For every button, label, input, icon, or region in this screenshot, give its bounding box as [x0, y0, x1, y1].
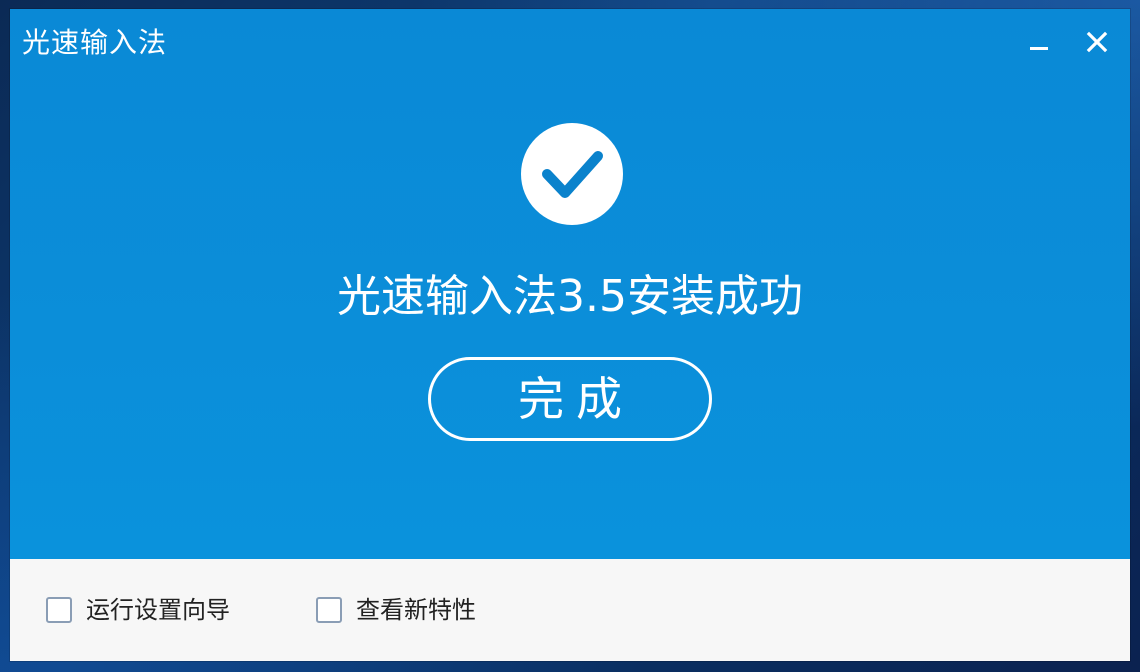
- title-bar-controls: [1024, 27, 1112, 57]
- run-setup-wizard-option[interactable]: 运行设置向导: [46, 596, 230, 624]
- minimize-button[interactable]: [1024, 27, 1054, 57]
- installer-window: 光速输入法 光速输入法3.5安装成功 完成 运行设置向导 查看新特性: [10, 9, 1130, 661]
- close-button[interactable]: [1082, 27, 1112, 57]
- view-new-features-label: 查看新特性: [356, 596, 476, 624]
- main-area: 光速输入法 光速输入法3.5安装成功 完成: [10, 9, 1130, 559]
- minimize-icon: [1030, 47, 1048, 50]
- run-setup-wizard-checkbox[interactable]: [46, 597, 72, 623]
- success-message: 光速输入法3.5安装成功: [337, 271, 803, 322]
- footer-options: 运行设置向导 查看新特性: [10, 559, 1130, 661]
- close-icon: [1086, 31, 1108, 53]
- window-title: 光速输入法: [22, 26, 168, 59]
- run-setup-wizard-label: 运行设置向导: [86, 596, 230, 624]
- finish-button[interactable]: 完成: [428, 357, 712, 441]
- check-circle-icon: [521, 123, 623, 225]
- view-new-features-option[interactable]: 查看新特性: [316, 596, 476, 624]
- view-new-features-checkbox[interactable]: [316, 597, 342, 623]
